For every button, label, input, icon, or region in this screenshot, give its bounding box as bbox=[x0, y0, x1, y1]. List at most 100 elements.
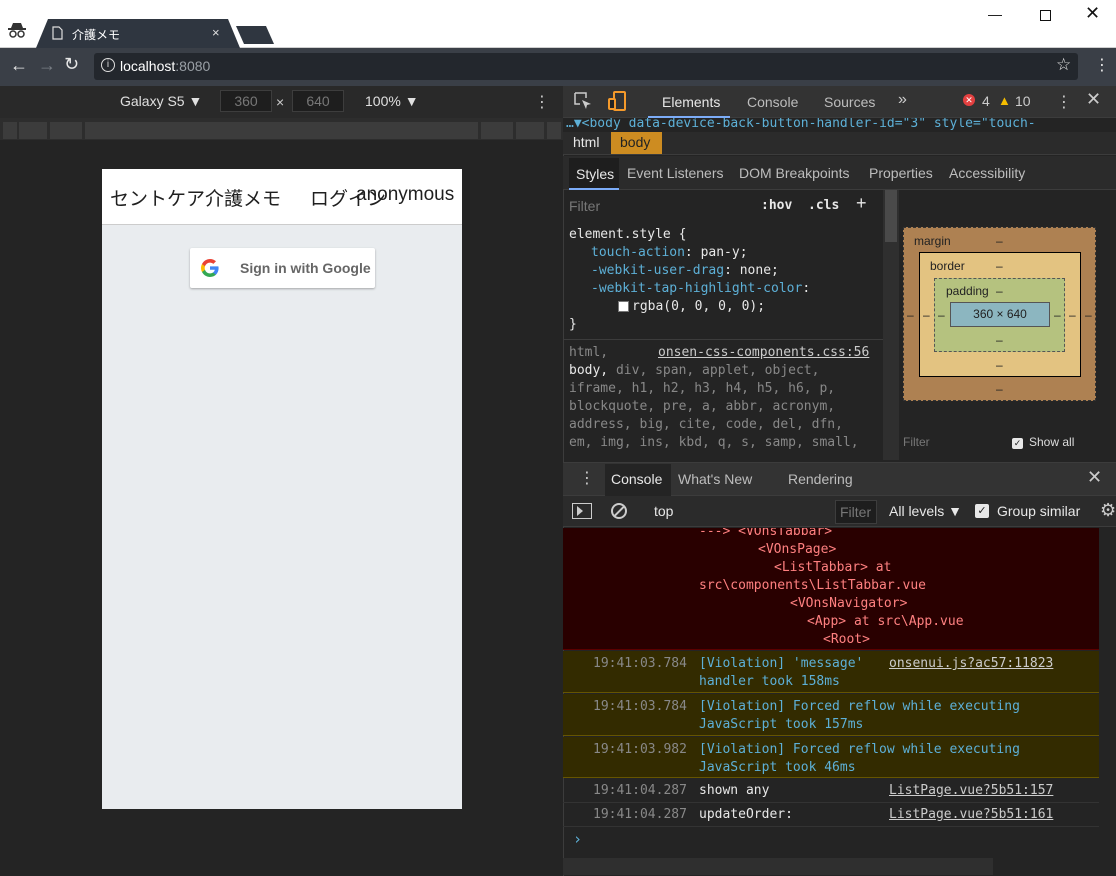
margin-bottom-value[interactable]: – bbox=[996, 382, 1003, 396]
ruler-segment[interactable] bbox=[19, 122, 47, 139]
address-bar[interactable] bbox=[94, 53, 1078, 80]
computed-filter-input[interactable]: Filter bbox=[903, 435, 930, 449]
console-prompt[interactable]: › bbox=[573, 830, 582, 848]
checkbox-icon[interactable]: ✓ bbox=[1012, 438, 1023, 449]
zoom-select[interactable]: 100% ▼ bbox=[365, 93, 419, 109]
console-filter-input[interactable]: Filter bbox=[835, 500, 877, 524]
source-link[interactable]: ListPage.vue?5b51:157 bbox=[889, 783, 1053, 798]
warning-text: [Violation] Forced reflow while executin… bbox=[699, 699, 1020, 714]
timestamp: 19:41:04.287 bbox=[593, 807, 687, 822]
group-similar-checkbox[interactable]: ✓ bbox=[975, 504, 989, 518]
tab-elements[interactable]: Elements bbox=[662, 94, 720, 110]
browser-tab[interactable] bbox=[36, 19, 240, 48]
device-select[interactable]: Galaxy S5 ▼ bbox=[120, 93, 202, 109]
back-arrow-icon[interactable]: ← bbox=[10, 55, 28, 76]
device-menu-icon[interactable]: ⋮ bbox=[534, 92, 550, 112]
border-bottom-value[interactable]: – bbox=[996, 358, 1003, 372]
username-label: anonymous bbox=[356, 184, 455, 205]
padding-top-value[interactable]: – bbox=[996, 284, 1003, 298]
dom-node-body[interactable]: …▼<body data-device-back-button-handler-… bbox=[566, 118, 1036, 131]
forward-arrow-icon[interactable]: → bbox=[38, 55, 56, 76]
border-right-value[interactable]: – bbox=[1069, 308, 1076, 322]
ruler-segment[interactable] bbox=[85, 122, 478, 139]
bookmark-star-icon[interactable]: ☆ bbox=[1056, 55, 1071, 75]
log-levels-select[interactable]: All levels ▼ bbox=[889, 503, 962, 519]
style-value[interactable]: none; bbox=[740, 263, 779, 278]
padding-left-value[interactable]: – bbox=[938, 308, 945, 322]
style-rule[interactable]: -webkit-tap-highlight-color: bbox=[591, 280, 810, 298]
tab-accessibility[interactable]: Accessibility bbox=[949, 165, 1025, 181]
drawer-close-button[interactable]: ✕ bbox=[1087, 467, 1102, 488]
window-minimize-button[interactable]: — bbox=[988, 6, 1002, 22]
drawer-tab-rendering[interactable]: Rendering bbox=[788, 471, 853, 487]
tab-event-listeners[interactable]: Event Listeners bbox=[627, 165, 724, 181]
url-text[interactable]: localhost:8080 bbox=[120, 58, 210, 74]
devtools-close-button[interactable]: ✕ bbox=[1086, 89, 1101, 110]
dimension-separator: × bbox=[276, 94, 285, 110]
tab-properties[interactable]: Properties bbox=[869, 165, 933, 181]
breadcrumb-html[interactable]: html bbox=[573, 134, 599, 150]
context-select[interactable]: top bbox=[654, 503, 673, 519]
style-rule[interactable]: touch-action: pan-y; bbox=[591, 244, 748, 262]
device-height-input[interactable]: 640 bbox=[292, 90, 344, 112]
more-tabs-icon[interactable]: » bbox=[898, 91, 907, 109]
window-close-button[interactable]: ✕ bbox=[1085, 3, 1100, 24]
info-icon[interactable]: i bbox=[101, 58, 115, 72]
console-scrollbar[interactable] bbox=[1099, 528, 1116, 858]
padding-bottom-value[interactable]: – bbox=[996, 333, 1003, 347]
styles-filter-input[interactable]: Filter bbox=[569, 198, 600, 214]
drawer-tab-console[interactable]: Console bbox=[605, 464, 671, 496]
horizontal-scrollbar[interactable] bbox=[563, 858, 993, 875]
margin-right-value[interactable]: – bbox=[1085, 308, 1092, 322]
dom-tree: …▼<body data-device-back-button-handler-… bbox=[563, 118, 1116, 132]
rule-selector: address, big, cite, code, del, dfn, bbox=[569, 417, 843, 432]
tab-styles[interactable]: Styles bbox=[569, 158, 619, 190]
hover-state-toggle[interactable]: :hov bbox=[761, 198, 792, 213]
color-swatch[interactable] bbox=[618, 301, 629, 312]
gear-icon[interactable]: ⚙ bbox=[1100, 500, 1116, 521]
tab-close-button[interactable]: × bbox=[212, 25, 220, 40]
devtools-menu-icon[interactable]: ⋮ bbox=[1056, 92, 1072, 112]
scrollbar-thumb[interactable] bbox=[885, 190, 897, 242]
clear-console-icon[interactable] bbox=[611, 503, 627, 519]
border-top-value[interactable]: – bbox=[996, 259, 1003, 273]
style-rule[interactable]: -webkit-user-drag: none; bbox=[591, 262, 779, 280]
browser-menu-icon[interactable]: ⋮ bbox=[1094, 55, 1110, 75]
tab-dom-breakpoints[interactable]: DOM Breakpoints bbox=[739, 165, 849, 181]
margin-top-value[interactable]: – bbox=[996, 234, 1003, 248]
warning-icon[interactable]: ▲ bbox=[998, 93, 1011, 108]
color-value[interactable]: rgba(0, 0, 0, 0); bbox=[632, 298, 765, 316]
error-icon[interactable]: ✕ bbox=[963, 94, 975, 106]
warning-count[interactable]: 10 bbox=[1015, 93, 1031, 109]
ruler-segment[interactable] bbox=[547, 122, 561, 139]
border-left-value[interactable]: – bbox=[923, 308, 930, 322]
ruler-segment[interactable] bbox=[516, 122, 544, 139]
new-style-rule-button[interactable]: + bbox=[856, 193, 867, 214]
ruler-segment[interactable] bbox=[3, 122, 17, 139]
ruler-segment[interactable] bbox=[481, 122, 513, 139]
ruler-segment[interactable] bbox=[50, 122, 82, 139]
tab-sources[interactable]: Sources bbox=[824, 94, 875, 110]
device-toggle-icon[interactable] bbox=[608, 91, 628, 111]
stylesheet-link[interactable]: onsen-css-components.css:56 bbox=[658, 344, 869, 362]
drawer-tab-whats-new[interactable]: What's New bbox=[678, 471, 752, 487]
console-sidebar-icon[interactable] bbox=[572, 503, 592, 519]
style-value[interactable]: pan-y; bbox=[701, 245, 748, 260]
drawer-menu-icon[interactable]: ⋮ bbox=[579, 468, 595, 488]
window-maximize-button[interactable] bbox=[1040, 10, 1051, 21]
tab-console[interactable]: Console bbox=[747, 94, 798, 110]
google-sign-in-button[interactable]: Sign in with Google bbox=[190, 248, 375, 288]
reload-icon[interactable]: ↻ bbox=[64, 54, 79, 75]
box-model-content[interactable]: 360 × 640 bbox=[950, 302, 1050, 327]
padding-right-value[interactable]: – bbox=[1054, 308, 1061, 322]
class-toggle[interactable]: .cls bbox=[808, 198, 839, 213]
source-link[interactable]: onsenui.js?ac57:11823 bbox=[889, 656, 1053, 671]
margin-left-value[interactable]: – bbox=[907, 308, 914, 322]
error-count[interactable]: 4 bbox=[982, 93, 990, 109]
source-link[interactable]: ListPage.vue?5b51:161 bbox=[889, 807, 1053, 822]
new-tab-button[interactable] bbox=[236, 26, 274, 44]
inspect-element-icon[interactable] bbox=[574, 92, 592, 110]
show-all-checkbox[interactable]: ✓ Show all bbox=[1012, 435, 1074, 449]
breadcrumb-body[interactable]: body bbox=[611, 132, 662, 154]
device-width-input[interactable]: 360 bbox=[220, 90, 272, 112]
